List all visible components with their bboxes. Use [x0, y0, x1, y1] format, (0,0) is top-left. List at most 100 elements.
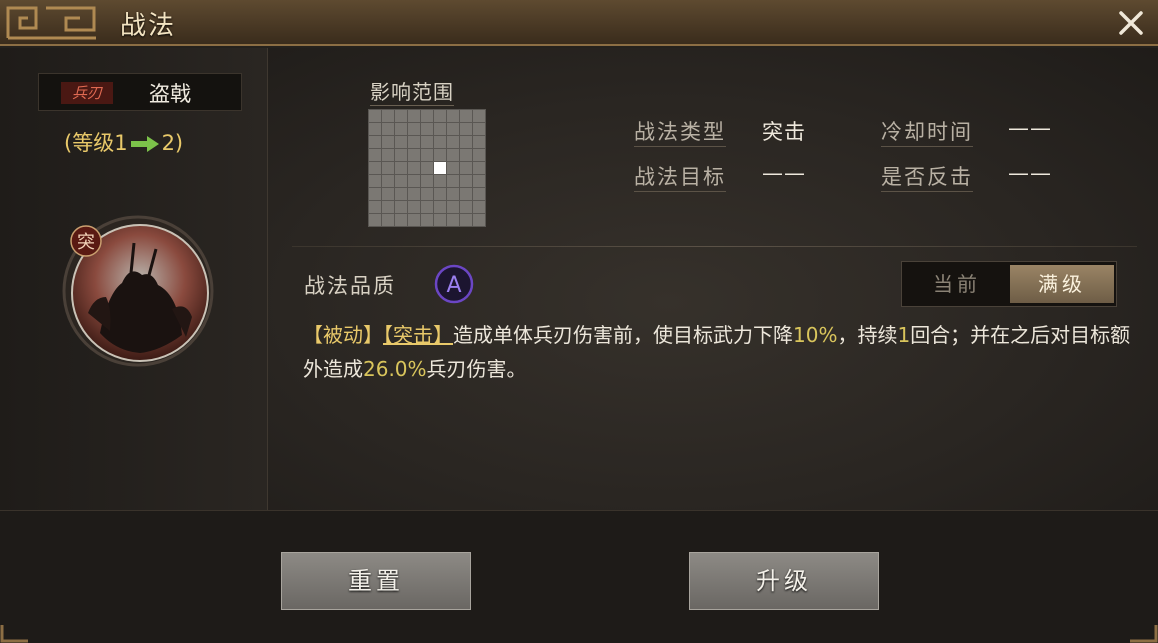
- range-cell: [421, 123, 433, 135]
- close-icon[interactable]: [1114, 6, 1148, 40]
- range-cell: [408, 149, 420, 161]
- desc-value-1: 10%: [793, 323, 838, 347]
- toggle-max-button[interactable]: 满级: [1010, 265, 1114, 303]
- range-cell: [460, 123, 472, 135]
- level-to: 2): [161, 131, 184, 155]
- range-cell: [421, 149, 433, 161]
- range-cell: [408, 214, 420, 226]
- range-cell: [460, 188, 472, 200]
- troop-type-badge: 兵刃: [61, 82, 113, 104]
- range-cell: [369, 110, 381, 122]
- range-cell: [460, 136, 472, 148]
- passive-tag: 【被动】: [303, 323, 383, 347]
- skill-type-label: 战法类型: [634, 116, 726, 147]
- range-cell: [447, 123, 459, 135]
- range-cell: [447, 110, 459, 122]
- skill-panel: 战法 兵刃 盗戟 (等级1 2) 突 影响范围 战法类型 突击 冷却时间 —— …: [0, 0, 1158, 643]
- quality-label: 战法品质: [304, 274, 396, 298]
- range-cell: [421, 188, 433, 200]
- range-cell: [395, 214, 407, 226]
- desc-value-3: 26.0%: [363, 357, 427, 381]
- range-cell: [434, 188, 446, 200]
- level-change: (等级1 2): [64, 127, 183, 157]
- arrow-right-icon: [130, 136, 159, 152]
- range-cell: [395, 188, 407, 200]
- range-cell: [460, 201, 472, 213]
- level-toggle: 当前 满级: [901, 261, 1117, 307]
- range-cell: [421, 162, 433, 174]
- range-cell: [473, 214, 485, 226]
- range-cell: [369, 123, 381, 135]
- range-cell: [369, 175, 381, 187]
- range-cell: [408, 175, 420, 187]
- range-cell: [434, 136, 446, 148]
- range-cell: [382, 188, 394, 200]
- range-cell: [382, 136, 394, 148]
- skill-name-box: 兵刃 盗戟: [38, 73, 242, 111]
- range-cell: [447, 214, 459, 226]
- range-cell: [382, 162, 394, 174]
- range-cell: [447, 188, 459, 200]
- range-cell: [447, 201, 459, 213]
- assault-tag[interactable]: 【突击】: [383, 323, 453, 347]
- range-cell: [369, 162, 381, 174]
- range-cell: [382, 201, 394, 213]
- desc-text-4: 兵刃伤害。: [426, 357, 527, 381]
- range-cell: [408, 136, 420, 148]
- upgrade-button[interactable]: 升级: [689, 552, 879, 610]
- range-label: 影响范围: [370, 76, 454, 106]
- desc-value-2: 1: [897, 323, 911, 347]
- range-cell: [460, 214, 472, 226]
- skill-target-value: ——: [762, 161, 806, 185]
- range-cell: [382, 214, 394, 226]
- range-cell: [395, 110, 407, 122]
- range-cell: [369, 149, 381, 161]
- skill-description: 【被动】【突击】造成单体兵刃伤害前，使目标武力下降10%，持续1回合；并在之后对…: [303, 318, 1138, 386]
- range-grid: [368, 109, 486, 227]
- range-cell: [434, 149, 446, 161]
- range-cell: [434, 175, 446, 187]
- range-cell: [395, 162, 407, 174]
- range-cell: [408, 162, 420, 174]
- range-cell: [460, 162, 472, 174]
- skill-name: 盗戟: [149, 82, 191, 106]
- level-from: (等级1: [64, 131, 128, 155]
- range-cell: [447, 149, 459, 161]
- range-cell: [395, 201, 407, 213]
- range-cell: [382, 175, 394, 187]
- desc-text-2: ，持续: [837, 323, 898, 347]
- range-cell: [395, 123, 407, 135]
- range-cell: [382, 110, 394, 122]
- range-cell: [408, 110, 420, 122]
- corner-ornament-icon: [0, 625, 28, 643]
- range-cell: [421, 201, 433, 213]
- skill-portrait: 突: [62, 215, 214, 367]
- range-cell: [382, 149, 394, 161]
- range-cell: [473, 149, 485, 161]
- title-ornament-icon: [6, 6, 96, 40]
- reset-button[interactable]: 重置: [281, 552, 471, 610]
- range-cell: [395, 136, 407, 148]
- range-cell: [382, 123, 394, 135]
- skill-type-value: 突击: [762, 120, 806, 144]
- window-title: 战法: [120, 11, 177, 41]
- section-divider: [292, 246, 1137, 247]
- range-cell: [421, 136, 433, 148]
- range-cell: [460, 149, 472, 161]
- range-cell: [434, 201, 446, 213]
- range-cell: [408, 201, 420, 213]
- range-cell: [395, 175, 407, 187]
- skill-target-label: 战法目标: [634, 161, 726, 192]
- range-cell: [473, 123, 485, 135]
- range-cell: [434, 110, 446, 122]
- range-cell: [421, 110, 433, 122]
- desc-text-1: 造成单体兵刃伤害前，使目标武力下降: [453, 323, 793, 347]
- range-cell: [369, 136, 381, 148]
- toggle-current-button[interactable]: 当前: [906, 265, 1008, 303]
- range-cell: [447, 175, 459, 187]
- range-cell: [460, 110, 472, 122]
- range-cell: [408, 123, 420, 135]
- range-cell: [447, 136, 459, 148]
- range-cell: [434, 123, 446, 135]
- range-cell: [447, 162, 459, 174]
